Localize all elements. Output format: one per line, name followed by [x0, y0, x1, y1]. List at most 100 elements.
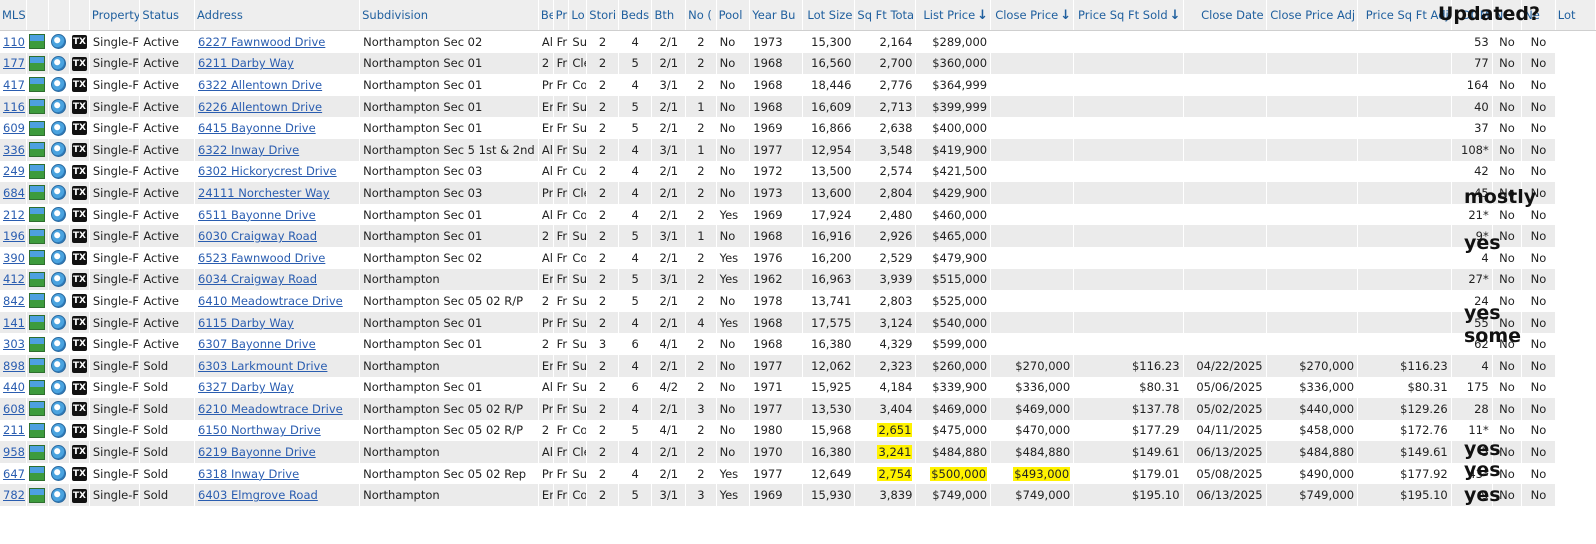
address-link[interactable]: 6302 Hickorycrest Drive	[198, 164, 337, 178]
history-icon[interactable]	[51, 271, 67, 287]
history-icon[interactable]	[51, 99, 67, 115]
address-link-cell[interactable]: 6227 Fawnwood Drive	[194, 30, 361, 53]
photo-icon[interactable]	[29, 55, 46, 71]
table-row[interactable]: 684 TX Single-F Active 24111 Norchester Way N…	[0, 182, 1596, 204]
history-icon-cell[interactable]	[48, 138, 70, 161]
mls-link[interactable]: 647	[3, 467, 25, 481]
photo-icon[interactable]	[29, 250, 46, 266]
history-icon-cell[interactable]	[48, 419, 70, 442]
photo-icon-cell[interactable]	[26, 268, 49, 291]
address-link-cell[interactable]: 6322 Inway Drive	[194, 138, 361, 161]
address-link-cell[interactable]: 6415 Bayonne Drive	[194, 117, 361, 139]
tx-badge-icon-cell[interactable]: TX	[69, 333, 90, 355]
history-icon[interactable]	[51, 379, 67, 395]
history-icon[interactable]	[51, 401, 67, 417]
address-link[interactable]: 6403 Elmgrove Road	[198, 488, 318, 502]
col-header-6[interactable]: Address	[194, 0, 361, 31]
mls-link[interactable]: 110	[3, 35, 25, 49]
table-row[interactable]: 440 TX Single-F Sold 6327 Darby Way Northampt…	[0, 376, 1596, 399]
tx-badge-icon-cell[interactable]: TX	[69, 30, 90, 53]
tx-badge-icon[interactable]: TX	[71, 294, 87, 309]
mls-link[interactable]: 390	[3, 251, 25, 265]
tx-badge-icon-cell[interactable]: TX	[69, 419, 90, 442]
table-row[interactable]: 116 TX Single-F Active 6226 Allentown Drive N…	[0, 95, 1596, 118]
mls-link-cell[interactable]: 440	[0, 376, 27, 399]
sort-desc-icon[interactable]: ↓	[977, 8, 988, 23]
col-header-19[interactable]: List Price ↓	[915, 0, 992, 31]
table-row[interactable]: 412 TX Single-F Active 6034 Craigway Road Nor…	[0, 268, 1596, 291]
address-link-cell[interactable]: 6403 Elmgrove Road	[194, 484, 361, 507]
col-header-12[interactable]: Beds	[618, 0, 653, 31]
history-icon[interactable]	[51, 336, 67, 352]
tx-badge-icon-cell[interactable]: TX	[69, 268, 90, 291]
address-link[interactable]: 24111 Norchester Way	[198, 186, 330, 200]
tx-badge-icon[interactable]: TX	[71, 35, 87, 50]
history-icon[interactable]	[51, 444, 67, 460]
col-header-0[interactable]: MLS	[0, 0, 27, 31]
tx-badge-icon[interactable]: TX	[71, 99, 87, 114]
history-icon-cell[interactable]	[48, 182, 70, 204]
table-row[interactable]: 608 TX Single-F Sold 6210 Meadowtrace Drive N…	[0, 398, 1596, 420]
history-icon-cell[interactable]	[48, 246, 70, 269]
tx-badge-icon[interactable]: TX	[71, 250, 87, 265]
history-icon[interactable]	[51, 34, 67, 50]
photo-icon[interactable]	[29, 466, 46, 482]
photo-icon-cell[interactable]	[26, 441, 49, 463]
photo-icon-cell[interactable]	[26, 30, 49, 53]
photo-icon[interactable]	[29, 77, 46, 93]
mls-link-cell[interactable]: 647	[0, 462, 27, 485]
tx-badge-icon-cell[interactable]: TX	[69, 311, 90, 334]
address-link[interactable]: 6211 Darby Way	[198, 56, 294, 70]
address-link[interactable]: 6523 Fawnwood Drive	[198, 251, 325, 265]
col-header-17[interactable]: Lot Size	[802, 0, 856, 31]
photo-icon[interactable]	[29, 336, 46, 352]
col-header-11[interactable]: Stori	[586, 0, 619, 31]
tx-badge-icon-cell[interactable]: TX	[69, 398, 90, 420]
history-icon-cell[interactable]	[48, 117, 70, 139]
address-link[interactable]: 6034 Craigway Road	[198, 272, 317, 286]
table-row[interactable]: 110 TX Single-F Active 6227 Fawnwood Drive No…	[0, 30, 1596, 53]
tx-badge-icon[interactable]: TX	[71, 143, 87, 158]
photo-icon[interactable]	[29, 163, 46, 179]
tx-badge-icon[interactable]: TX	[71, 380, 87, 395]
tx-badge-icon[interactable]: TX	[71, 337, 87, 352]
address-link[interactable]: 6318 Inway Drive	[198, 467, 299, 481]
tx-badge-icon[interactable]: TX	[71, 272, 87, 287]
address-link-cell[interactable]: 6410 Meadowtrace Drive	[194, 290, 361, 312]
tx-badge-icon[interactable]: TX	[71, 121, 87, 136]
photo-icon[interactable]	[29, 120, 46, 136]
photo-icon[interactable]	[29, 293, 46, 309]
address-link-cell[interactable]: 6322 Allentown Drive	[194, 74, 361, 96]
history-icon-cell[interactable]	[48, 290, 70, 312]
table-row[interactable]: 958 TX Single-F Sold 6219 Bayonne Drive North…	[0, 441, 1596, 463]
address-link-cell[interactable]: 6210 Meadowtrace Drive	[194, 398, 361, 420]
tx-badge-icon[interactable]: TX	[71, 423, 87, 438]
mls-link-cell[interactable]: 609	[0, 117, 27, 139]
tx-badge-icon-cell[interactable]: TX	[69, 52, 90, 75]
address-link[interactable]: 6322 Allentown Drive	[198, 78, 322, 92]
tx-badge-icon-cell[interactable]: TX	[69, 138, 90, 161]
address-link-cell[interactable]: 6307 Bayonne Drive	[194, 333, 361, 355]
col-header-18[interactable]: Sq Ft Total	[854, 0, 917, 31]
address-link-cell[interactable]: 6219 Bayonne Drive	[194, 441, 361, 463]
table-row[interactable]: 782 TX Single-F Sold 6403 Elmgrove Road North…	[0, 484, 1596, 507]
tx-badge-icon[interactable]: TX	[71, 56, 87, 71]
tx-badge-icon[interactable]: TX	[71, 466, 87, 481]
history-icon[interactable]	[51, 163, 67, 179]
table-row[interactable]: 303 TX Single-F Active 6307 Bayonne Drive Nor…	[0, 333, 1596, 355]
mls-link[interactable]: 177	[3, 56, 25, 70]
mls-link-cell[interactable]: 177	[0, 52, 27, 75]
mls-link[interactable]: 303	[3, 337, 25, 351]
tx-badge-icon[interactable]: TX	[71, 488, 87, 503]
history-icon[interactable]	[51, 293, 67, 309]
photo-icon[interactable]	[29, 358, 46, 374]
mls-link-cell[interactable]: 249	[0, 160, 27, 183]
photo-icon-cell[interactable]	[26, 160, 49, 183]
address-link-cell[interactable]: 6302 Hickorycrest Drive	[194, 160, 361, 183]
table-row[interactable]: 842 TX Single-F Active 6410 Meadowtrace Driv…	[0, 290, 1596, 312]
photo-icon-cell[interactable]	[26, 246, 49, 269]
mls-link-cell[interactable]: 412	[0, 268, 27, 291]
tx-badge-icon-cell[interactable]: TX	[69, 462, 90, 485]
tx-badge-icon-cell[interactable]: TX	[69, 182, 90, 204]
address-link[interactable]: 6303 Larkmount Drive	[198, 359, 327, 373]
